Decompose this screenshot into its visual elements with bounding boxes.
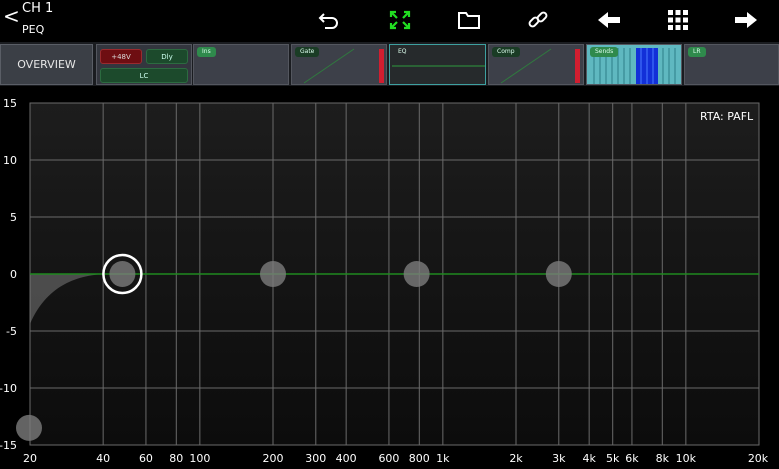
x-tick-label: 400 (336, 452, 357, 465)
x-tick-label: 4k (582, 452, 596, 465)
y-tick-label: 0 (10, 268, 17, 281)
x-tick-label: 100 (189, 452, 210, 465)
eq-graph[interactable]: 15 10 5 0 -5 -10 -15 20 40 60 80 100 200 300 400 600 80… (0, 0, 779, 469)
x-tick-label: 20k (748, 452, 769, 465)
y-tick-label: -5 (6, 325, 17, 338)
x-tick-label: 10k (676, 452, 697, 465)
y-tick-label: -15 (0, 439, 17, 452)
x-tick-label: 300 (305, 452, 326, 465)
x-tick-label: 200 (263, 452, 284, 465)
eq-band-handle[interactable] (260, 261, 286, 287)
x-tick-label: 60 (139, 452, 153, 465)
rta-source-label: RTA: PAFL (700, 110, 754, 123)
x-tick-label: 600 (378, 452, 399, 465)
y-tick-label: 10 (3, 154, 17, 167)
x-tick-label: 6k (625, 452, 639, 465)
eq-band-handle[interactable] (545, 261, 572, 287)
y-tick-label: 15 (3, 97, 17, 110)
x-tick-label: 2k (509, 452, 523, 465)
y-tick-label: 5 (10, 211, 17, 224)
x-tick-label: 8k (656, 452, 670, 465)
x-tick-label: 40 (96, 452, 110, 465)
eq-band-handle[interactable] (109, 261, 136, 287)
y-tick-label: -10 (0, 382, 17, 395)
x-tick-label: 1k (436, 452, 450, 465)
eq-band-handle[interactable] (16, 414, 42, 441)
x-tick-label: 20 (23, 452, 37, 465)
x-tick-label: 80 (169, 452, 183, 465)
x-tick-label: 3k (552, 452, 566, 465)
x-tick-label: 800 (409, 452, 430, 465)
eq-band-handle[interactable] (403, 261, 430, 287)
x-tick-label: 5k (606, 452, 620, 465)
